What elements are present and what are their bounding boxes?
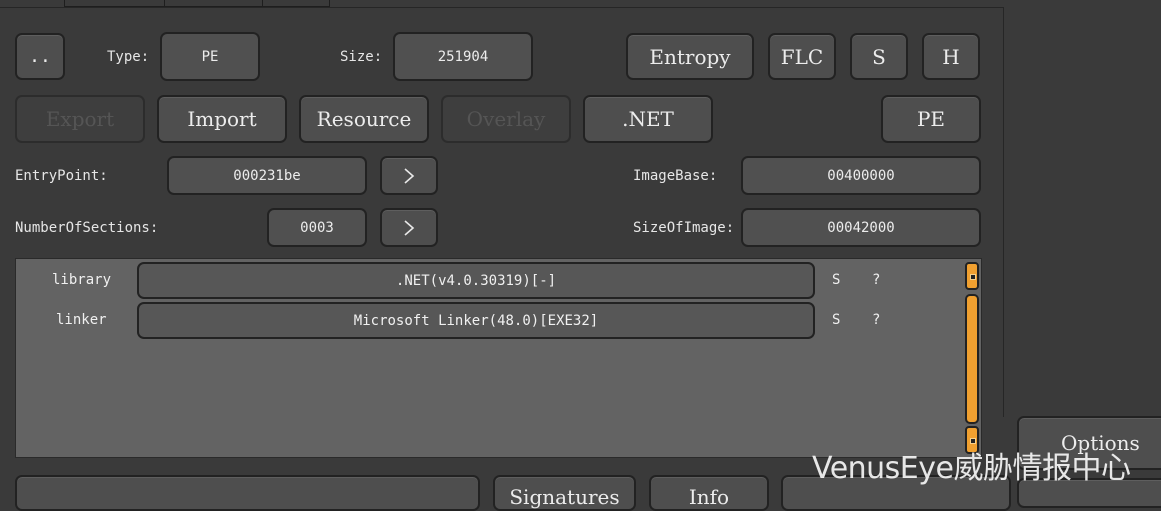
numberofsections-label: NumberOfSections:	[15, 220, 159, 236]
detection-signature-link[interactable]: S	[832, 312, 840, 328]
overlay-button: Overlay	[441, 95, 571, 143]
entrypoint-value: 000231be	[167, 156, 367, 195]
pe-button[interactable]: PE	[881, 95, 981, 143]
signatures-button[interactable]: Signatures	[493, 475, 636, 511]
top-tabs	[64, 0, 330, 7]
frame-border-top	[0, 7, 1004, 8]
detection-scrollbar[interactable]	[963, 262, 981, 456]
detection-name[interactable]: .NET(v4.0.30319)[-]	[137, 262, 815, 299]
entrypoint-go-button[interactable]	[380, 156, 438, 195]
detection-type: library	[52, 272, 112, 288]
watermark: VenusEye威胁情报中心	[812, 451, 1131, 486]
flc-button[interactable]: FLC	[768, 33, 836, 80]
numberofsections-value: 0003	[267, 208, 367, 247]
strings-button[interactable]: S	[850, 33, 908, 80]
import-button[interactable]: Import	[157, 95, 287, 143]
entropy-button[interactable]: Entropy	[626, 33, 754, 80]
chevron-right-icon	[404, 167, 415, 184]
scroll-thumb[interactable]	[965, 294, 979, 424]
chevron-right-icon	[404, 219, 415, 236]
sections-go-button[interactable]	[380, 208, 438, 247]
sizeofimage-value: 00042000	[741, 208, 981, 247]
bottom-button-1[interactable]	[15, 475, 480, 511]
size-value: 251904	[393, 32, 533, 81]
detection-name[interactable]: Microsoft Linker(48.0)[EXE32]	[137, 302, 815, 339]
imagebase-value: 00400000	[741, 156, 981, 195]
scroll-up-button[interactable]	[965, 262, 979, 290]
export-button: Export	[15, 95, 145, 143]
detection-info-link[interactable]: ?	[872, 312, 880, 328]
sizeofimage-label: SizeOfImage:	[633, 220, 735, 236]
imagebase-label: ImageBase:	[633, 168, 718, 184]
parent-directory-button[interactable]: ..	[15, 33, 65, 80]
detection-type: linker	[56, 312, 107, 328]
entrypoint-label: EntryPoint:	[15, 168, 108, 184]
dotnet-button[interactable]: .NET	[583, 95, 713, 143]
size-label: Size:	[340, 49, 383, 65]
frame-border-right	[1003, 7, 1004, 417]
hex-button[interactable]: H	[922, 33, 980, 80]
detection-signature-link[interactable]: S	[832, 272, 840, 288]
type-label: Type:	[107, 49, 150, 65]
type-select[interactable]: PE	[160, 32, 260, 81]
info-button[interactable]: Info	[649, 475, 769, 511]
detection-info-link[interactable]: ?	[872, 272, 880, 288]
resource-button[interactable]: Resource	[299, 95, 429, 143]
